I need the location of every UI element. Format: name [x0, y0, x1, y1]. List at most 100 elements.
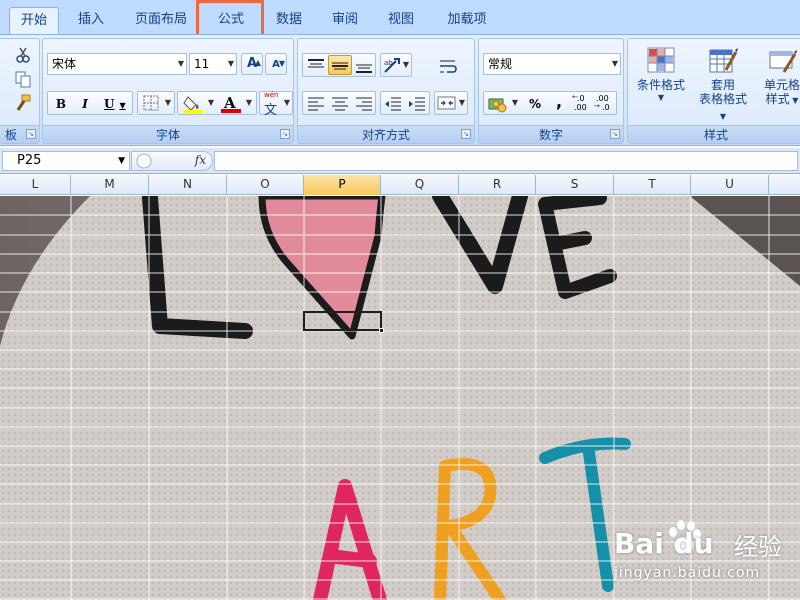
decrease-decimal-label-2: .0 [602, 103, 610, 112]
percent-style-button[interactable]: % [523, 93, 547, 113]
tab-add-ins[interactable]: 加载项 [436, 7, 498, 34]
currency-icon [488, 98, 507, 113]
column-header-next[interactable] [769, 175, 800, 195]
align-center-icon [332, 97, 348, 111]
clipboard-dialog-launcher[interactable]: ↘ [26, 129, 36, 139]
bold-button[interactable]: B [49, 93, 73, 113]
column-header-p[interactable]: P [304, 175, 381, 195]
column-header-l[interactable]: L [0, 175, 71, 195]
align-left-button[interactable] [304, 93, 328, 113]
formula-controls: fx [131, 151, 213, 171]
column-headers: L M N O P Q R S T U [0, 175, 800, 195]
format-painter-button[interactable] [13, 93, 33, 111]
italic-button[interactable]: I [73, 93, 97, 113]
tab-home[interactable]: 开始 [9, 7, 59, 34]
font-size-select[interactable]: 11 ▼ [189, 53, 237, 75]
comma-style-button[interactable]: , [549, 93, 569, 113]
merge-center-button[interactable]: ▼ [434, 91, 468, 115]
copy-icon [15, 71, 31, 88]
column-header-q[interactable]: Q [381, 175, 459, 195]
align-center-button[interactable] [328, 93, 352, 113]
baidu-jingyan-watermark: Bai du 经验 jingyan.baidu.com [612, 513, 794, 597]
shrink-font-button[interactable]: A ▼ [265, 53, 287, 75]
accounting-format-button[interactable]: ▼ [485, 93, 521, 113]
column-header-r[interactable]: R [459, 175, 536, 195]
chevron-down-icon: ▼ [402, 60, 409, 69]
number-dialog-launcher[interactable]: ↘ [610, 129, 620, 139]
font-color-button[interactable]: A ▼ [217, 93, 255, 113]
fill-color-button[interactable]: ▼ [179, 93, 217, 114]
conditional-formatting-button[interactable]: 条件格式 ▼ [630, 43, 692, 121]
underline-button[interactable]: U ▼ [97, 93, 131, 113]
splitter-icon[interactable] [134, 152, 156, 170]
align-top-button[interactable] [304, 55, 328, 75]
align-bottom-icon [356, 64, 372, 73]
alignment-dialog-launcher[interactable]: ↘ [461, 129, 471, 139]
name-box[interactable]: P25 ▼ [2, 151, 130, 171]
tab-insert[interactable]: 插入 [68, 7, 114, 34]
chevron-down-icon: ▼ [118, 156, 125, 166]
increase-decimal-label-2: .00 [574, 103, 587, 112]
chevron-down-icon: ▼ [458, 98, 465, 107]
phonetic-guide-button[interactable]: wén 文 ▼ [259, 91, 293, 118]
formula-input[interactable] [214, 151, 798, 171]
align-right-button[interactable] [352, 93, 376, 113]
merge-cells-icon [437, 96, 456, 110]
decrease-indent-button[interactable] [382, 93, 404, 113]
chevron-down-icon: ▼ [119, 100, 126, 110]
align-middle-button[interactable] [328, 55, 352, 75]
styles-group: 条件格式 ▼ 套用 表格格式 ▼ 单元格 样式 ▼ 样式 [627, 38, 800, 144]
watermark-url: jingyan.baidu.com [614, 565, 761, 581]
tab-review[interactable]: 审阅 [322, 7, 368, 34]
tab-data[interactable]: 数据 [266, 7, 312, 34]
column-header-t[interactable]: T [614, 175, 691, 195]
chevron-down-icon: ▼ [511, 98, 518, 107]
align-right-icon [356, 97, 372, 111]
cell-styles-button[interactable]: 单元格 样式 ▼ [754, 43, 800, 121]
tab-formulas[interactable]: 公式 [203, 7, 259, 34]
watermark-brand: Bai du [614, 527, 714, 560]
column-header-m[interactable]: M [71, 175, 149, 195]
orientation-button[interactable]: ab ▼ [380, 53, 412, 77]
borders-button[interactable]: ▼ [137, 91, 175, 115]
tab-page-layout[interactable]: 页面布局 [126, 7, 196, 34]
conditional-formatting-icon [647, 47, 675, 73]
format-painter-icon [16, 94, 31, 111]
decrease-decimal-button[interactable]: .00 → .0 [593, 93, 615, 113]
increase-indent-button[interactable] [406, 93, 428, 113]
wrap-text-button[interactable] [436, 55, 460, 77]
cell-styles-icon [769, 50, 797, 73]
insert-function-button[interactable]: fx [195, 153, 206, 167]
chevron-down-icon: ▼ [164, 98, 171, 107]
chevron-down-icon: ▼ [283, 98, 290, 107]
arrow-right-icon: → [594, 102, 600, 110]
cut-button[interactable] [13, 45, 33, 63]
font-dialog-launcher[interactable]: ↘ [280, 129, 290, 139]
column-header-s[interactable]: S [536, 175, 614, 195]
increase-decimal-label-1: .0 [577, 94, 585, 103]
column-header-u[interactable]: U [691, 175, 769, 195]
formula-bar: P25 ▼ fx [0, 148, 800, 174]
chevron-down-icon: ▼ [207, 98, 214, 107]
increase-decimal-button[interactable]: ← .0 .00 [571, 93, 593, 113]
column-header-o[interactable]: O [227, 175, 304, 195]
format-as-table-icon [709, 48, 738, 73]
watermark-jingyan: 经验 [734, 533, 782, 561]
align-middle-icon [332, 62, 348, 70]
font-family-select[interactable]: 宋体 ▼ [47, 53, 187, 75]
tab-view[interactable]: 视图 [378, 7, 424, 34]
grow-font-button[interactable]: A ▲ [241, 53, 263, 75]
align-bottom-button[interactable] [352, 55, 376, 75]
cell-styles-label-2: 样式 ▼ [765, 92, 799, 106]
paint-bucket-icon [183, 96, 203, 114]
number-format-select[interactable]: 常规 ▼ [483, 53, 621, 75]
wrap-text-icon [440, 60, 457, 73]
column-header-n[interactable]: N [149, 175, 227, 195]
copy-button[interactable] [13, 69, 33, 88]
text-orientation-icon: ab [384, 58, 400, 73]
active-cell-selection[interactable] [303, 311, 384, 333]
fill-handle[interactable] [379, 328, 384, 333]
format-as-table-button[interactable]: 套用 表格格式 ▼ [694, 43, 752, 121]
align-left-icon [308, 97, 324, 111]
decrease-indent-icon [385, 97, 401, 111]
